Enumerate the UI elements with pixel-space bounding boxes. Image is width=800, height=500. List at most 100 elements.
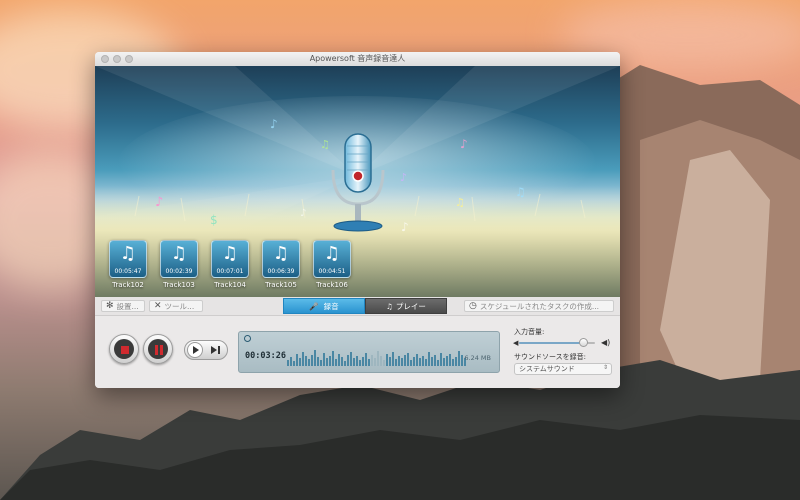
waveform-bar	[461, 355, 463, 366]
settings-label: 設置...	[116, 301, 139, 311]
waveform-bar	[353, 358, 355, 366]
waveform-bar	[428, 352, 430, 366]
waveform-bar	[323, 353, 325, 366]
music-note-icon: ♫	[386, 301, 393, 311]
waveform	[287, 344, 466, 366]
waveform-bar	[392, 352, 394, 366]
track-name: Track104	[214, 281, 246, 289]
title-bar[interactable]: Apowersoft 音声録音達人	[95, 52, 620, 67]
play-next-button[interactable]	[184, 340, 228, 360]
waveform-bar	[305, 356, 307, 366]
clock-icon: ◷	[469, 301, 477, 311]
waveform-bar	[446, 356, 448, 366]
floating-note: ♪	[401, 220, 409, 234]
waveform-bar	[329, 356, 331, 366]
waveform-bar	[431, 357, 433, 366]
waveform-bar	[413, 357, 415, 366]
waveform-bar	[317, 357, 319, 366]
waveform-bar	[437, 360, 439, 366]
schedule-task-button[interactable]: ◷ スケジュールされたタスクの作成...	[464, 300, 614, 312]
gear-icon: ✻	[106, 301, 114, 311]
waveform-bar	[434, 355, 436, 366]
microphone-icon: 🎤	[309, 301, 319, 311]
pause-icon	[154, 345, 164, 355]
floating-note: ♫	[455, 196, 465, 209]
waveform-bar	[344, 361, 346, 366]
waveform-bar	[311, 355, 313, 366]
floating-note: ♪	[300, 208, 306, 219]
waveform-bar	[356, 356, 358, 366]
waveform-bar	[449, 354, 451, 366]
waveform-bar	[416, 354, 418, 366]
track-thumbnail: ♫ 00:05:47	[109, 240, 147, 278]
window-title: Apowersoft 音声録音達人	[309, 54, 406, 63]
waveform-bar	[347, 355, 349, 366]
track-thumbnail: ♫ 00:06:39	[262, 240, 300, 278]
waveform-bar	[398, 356, 400, 366]
floating-note: ♫	[515, 185, 526, 199]
stop-button[interactable]	[109, 334, 139, 364]
input-volume-slider[interactable]	[519, 338, 595, 347]
track-item[interactable]: ♫ 00:05:47 Track102	[109, 240, 147, 289]
track-item[interactable]: ♫ 00:02:39 Track103	[160, 240, 198, 289]
music-note-icon: ♫	[119, 243, 137, 264]
floating-note: ♪	[460, 137, 468, 151]
hero-banner: ♪ ♫ ♪ ♫ ♪ $ ♪ ♫ ♪ ♪ ♫ 00:05:47 Track102 …	[95, 66, 620, 297]
waveform-bar	[368, 359, 370, 366]
music-note-icon: ♫	[170, 243, 188, 264]
track-name: Track103	[163, 281, 195, 289]
waveform-bar	[326, 358, 328, 366]
speaker-low-icon: ◀	[513, 339, 519, 347]
waveform-bar	[389, 357, 391, 366]
tab-play[interactable]: ♫ プレイー	[365, 298, 447, 314]
volume-slider-knob[interactable]	[579, 338, 589, 347]
waveform-bar	[383, 360, 385, 366]
waveform-bar	[410, 360, 412, 366]
pause-button-face	[148, 339, 168, 359]
track-item[interactable]: ♫ 00:07:01 Track104	[211, 240, 249, 289]
floating-note: ♪	[155, 195, 163, 210]
track-name: Track106	[316, 281, 348, 289]
schedule-label: スケジュールされたタスクの作成...	[479, 301, 599, 311]
waveform-bar	[299, 358, 301, 366]
tab-play-label: プレイー	[395, 301, 426, 311]
sound-source-label: サウンドソースを録音:	[514, 353, 587, 361]
waveform-bar	[401, 358, 403, 366]
waveform-bar	[380, 356, 382, 366]
file-size: 6.24 MB	[464, 354, 491, 362]
waveform-bar	[404, 355, 406, 366]
input-volume-label: 入力音量:	[514, 328, 545, 336]
waveform-bar	[371, 355, 373, 366]
floating-note: $	[210, 213, 218, 227]
waveform-bar	[290, 357, 292, 366]
floating-note: ♫	[320, 138, 330, 151]
music-note-icon: ♫	[323, 243, 341, 264]
waveform-bar	[341, 357, 343, 366]
stop-button-face	[114, 339, 134, 359]
floating-note: ♪	[400, 171, 407, 184]
recorder-controls: 00:03:26 6.24 MB 入力音量: ◀ ◀) サウンドソースを録音: …	[95, 316, 620, 388]
track-item[interactable]: ♫ 00:04:51 Track106	[313, 240, 351, 289]
speaker-high-icon: ◀)	[601, 338, 611, 347]
settings-button[interactable]: ✻ 設置...	[101, 300, 145, 312]
play-icon	[187, 342, 203, 358]
waveform-bar	[419, 358, 421, 366]
waveform-bar	[422, 356, 424, 366]
track-thumbnail: ♫ 00:02:39	[160, 240, 198, 278]
tab-record[interactable]: 🎤 録音	[283, 298, 365, 314]
pause-button[interactable]	[143, 334, 173, 364]
stop-icon	[121, 346, 129, 354]
chevron-updown-icon: ⇕	[602, 364, 608, 371]
waveform-bar	[452, 359, 454, 366]
waveform-bar	[425, 359, 427, 366]
waveform-bar	[407, 353, 409, 366]
music-note-icon: ♫	[272, 243, 290, 264]
tools-button[interactable]: ✕ ツール...	[149, 300, 203, 312]
track-item[interactable]: ♫ 00:06:39 Track105	[262, 240, 300, 289]
sound-source-value: システムサウンド	[519, 365, 575, 373]
elapsed-time: 00:03:26	[245, 351, 286, 361]
waveform-bar	[458, 351, 460, 366]
waveform-bar	[296, 354, 298, 366]
tools-label: ツール...	[164, 301, 195, 311]
sound-source-select[interactable]: システムサウンド ⇕	[514, 363, 612, 375]
